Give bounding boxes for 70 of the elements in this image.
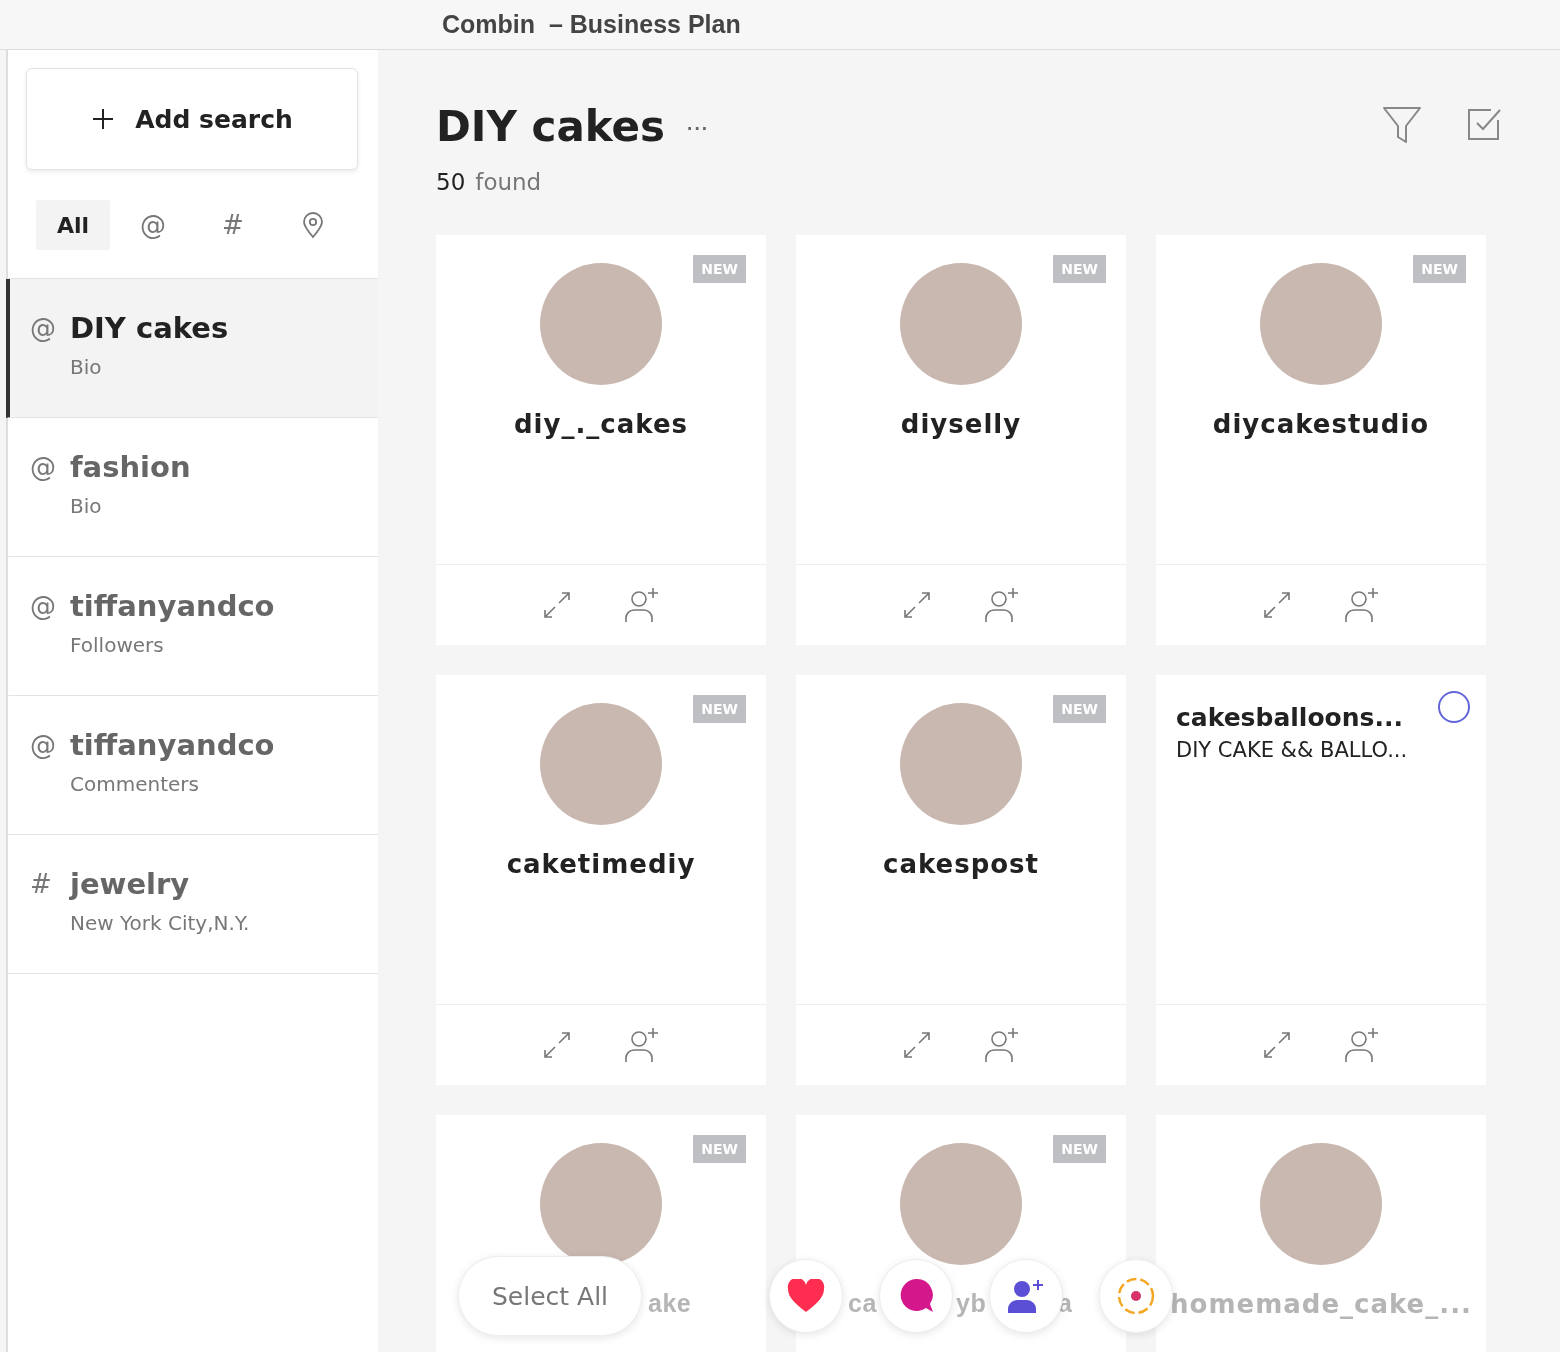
account-name: cakesballoons... — [1176, 703, 1404, 732]
window-title: Combin – Business Plan — [442, 10, 741, 39]
search-subtitle: Commenters — [69, 772, 200, 796]
page-title: DIY cakes — [436, 102, 666, 151]
new-badge: NEW — [1053, 695, 1106, 723]
search-type-symbol: @ — [30, 452, 57, 482]
filter-tab[interactable]: @ — [116, 200, 190, 250]
search-title: tiffanyandco — [70, 589, 275, 623]
search-type-symbol: @ — [30, 591, 57, 621]
saved-search-item[interactable]: @ fashion Bio — [6, 418, 378, 557]
add-user-icon — [1008, 1279, 1044, 1313]
saved-search-item[interactable]: # jewelry New York City,N.Y. — [6, 835, 378, 974]
search-subtitle: Followers — [69, 633, 165, 657]
account-name: diycakestudio — [1212, 409, 1430, 439]
story-ring-icon — [1116, 1276, 1156, 1316]
new-badge: NEW — [693, 695, 746, 723]
search-title: jewelry — [70, 867, 190, 901]
heart-icon — [787, 1279, 825, 1313]
search-type-symbol: # — [30, 869, 53, 899]
like-button[interactable] — [769, 1259, 843, 1333]
search-type-symbol: @ — [30, 313, 57, 343]
search-title: tiffanyandco — [70, 728, 275, 762]
search-subtitle: Bio — [69, 494, 103, 518]
new-badge: NEW — [693, 255, 746, 283]
account-name: diyselly — [900, 409, 1022, 439]
saved-search-item[interactable]: @ tiffanyandco Commenters — [6, 696, 378, 835]
account-name: diy_._cakes — [514, 409, 688, 439]
location-pin-icon — [301, 211, 325, 239]
expand-icon[interactable] — [902, 590, 932, 620]
add-user-icon[interactable] — [1344, 1027, 1380, 1063]
new-badge: NEW — [1053, 1135, 1106, 1163]
search-title: fashion — [70, 450, 191, 484]
account-name-fragment: ca — [848, 1289, 877, 1318]
select-all-button[interactable]: Select All — [458, 1256, 642, 1336]
account-name: caketimediy — [506, 849, 696, 879]
account-name-fragment: yb — [956, 1289, 987, 1318]
checkbox-icon[interactable] — [1466, 106, 1502, 142]
filter-tab[interactable]: # — [196, 200, 270, 250]
account-name-fragment: ake — [648, 1289, 692, 1318]
select-circle[interactable] — [1438, 691, 1470, 723]
search-subtitle: Bio — [69, 355, 103, 379]
expand-icon[interactable] — [542, 1030, 572, 1060]
add-user-icon[interactable] — [984, 587, 1020, 623]
saved-search-item[interactable]: @ tiffanyandco Followers — [6, 557, 378, 696]
filter-tab[interactable]: All — [36, 200, 110, 250]
expand-icon[interactable] — [1262, 590, 1292, 620]
result-count: 50 — [436, 169, 466, 195]
filter-icon[interactable] — [1382, 106, 1422, 144]
expand-icon[interactable] — [542, 590, 572, 620]
account-name: homemade_cake_... — [1170, 1289, 1472, 1319]
search-title: DIY cakes — [70, 311, 229, 345]
new-badge: NEW — [1413, 255, 1466, 283]
more-button[interactable]: ··· — [679, 109, 714, 144]
new-badge: NEW — [1053, 255, 1106, 283]
expand-icon[interactable] — [902, 1030, 932, 1060]
search-subtitle: New York City,N.Y. — [69, 911, 251, 935]
plus-icon — [91, 107, 116, 131]
add-user-icon[interactable] — [984, 1027, 1020, 1063]
add-user-icon[interactable] — [624, 1027, 660, 1063]
account-bio: DIY CAKE && BALLO... — [1176, 738, 1408, 762]
add-search-button[interactable]: Add search — [26, 68, 358, 170]
add-user-icon[interactable] — [1344, 587, 1380, 623]
expand-icon[interactable] — [1262, 1030, 1292, 1060]
found-label: found — [475, 169, 542, 195]
search-type-symbol: @ — [30, 730, 57, 760]
saved-search-item[interactable]: @ DIY cakes Bio — [6, 279, 378, 418]
add-user-icon[interactable] — [624, 587, 660, 623]
speech-bubble-icon — [898, 1278, 934, 1314]
account-name: cakespost — [882, 849, 1039, 879]
new-badge: NEW — [693, 1135, 746, 1163]
